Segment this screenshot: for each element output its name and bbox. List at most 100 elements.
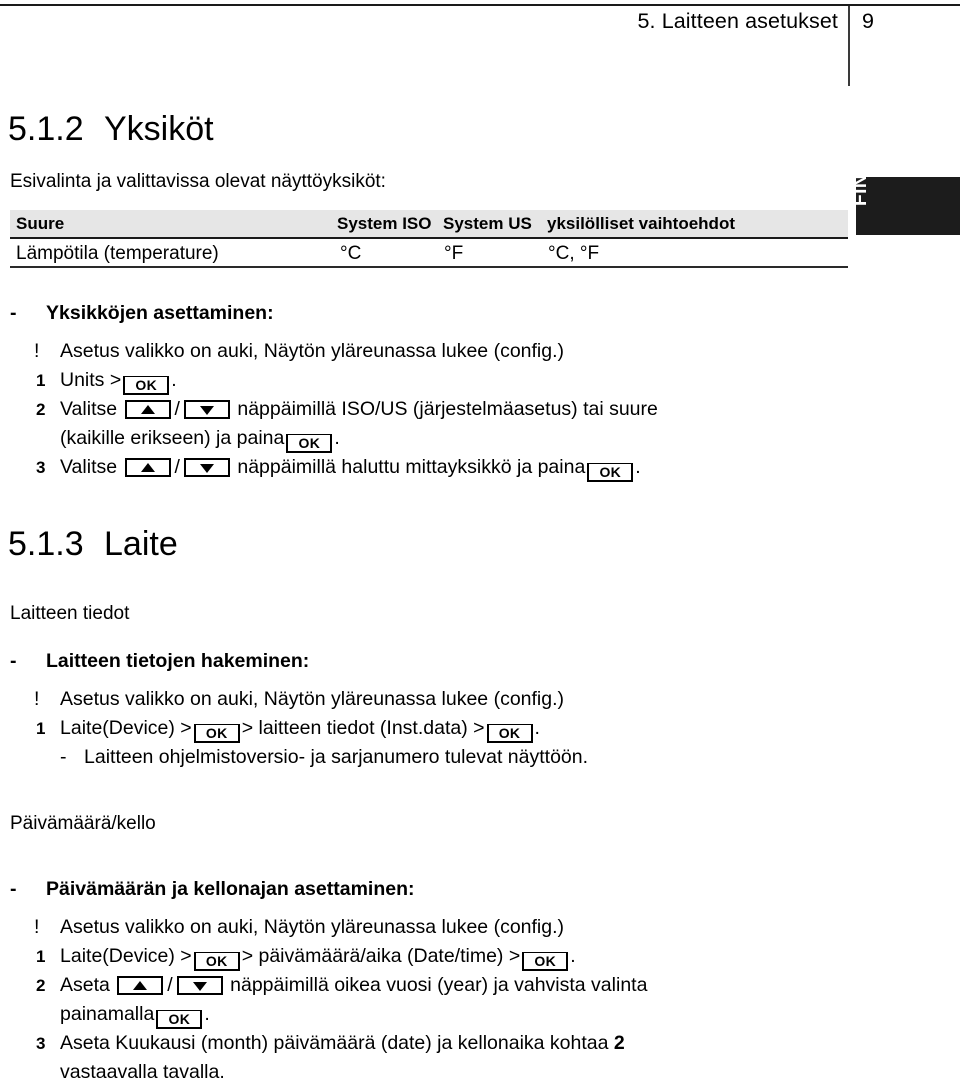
datetime-note-text: Asetus valikko on auki, Näytön yläreunas… xyxy=(60,916,565,938)
note-marker: ! xyxy=(34,916,40,938)
table-header-cell: Suure xyxy=(16,214,65,233)
dash-marker: - xyxy=(10,302,17,324)
step-marker: 2 xyxy=(36,400,46,419)
datetime-step-2-line2-suffix: . xyxy=(204,1003,210,1025)
datetime-step-3-text: Aseta Kuukausi (month) päivämäärä (date)… xyxy=(60,1032,609,1054)
device-step-1: 1 Laite(Device) > OK > laitteen tiedot (In… xyxy=(0,714,900,743)
units-step-3: 3 Valitse / näppäimillä haluttu mittayks… xyxy=(0,453,900,482)
down-arrow-key-icon[interactable] xyxy=(183,458,230,477)
datetime-step-1: 1 Laite(Device) > OK > päivämäärä/aika (Da… xyxy=(0,942,900,971)
device-instruction-block: - Laitteen tietojen hakeminen: ! Asetus … xyxy=(0,647,900,772)
language-tab-fin: FIN xyxy=(850,174,960,235)
ok-key-icon[interactable]: OK xyxy=(193,952,240,971)
device-list-heading-label: Laitteen tietojen hakeminen: xyxy=(46,650,310,672)
units-step-1-suffix: . xyxy=(171,369,177,391)
step-marker: 1 xyxy=(36,371,46,390)
datetime-step-1-end: . xyxy=(570,945,576,967)
datetime-step-2: 2 Aseta / näppäimillä oikea vuosi (year)… xyxy=(0,971,900,1029)
units-step-2: 2 Valitse / näppäimillä ISO/US (järjeste… xyxy=(0,395,900,453)
header-page-divider xyxy=(848,6,850,86)
datetime-step-2-text: Aseta xyxy=(60,974,110,996)
units-step-3-end: . xyxy=(635,456,641,478)
datetime-list-heading: - Päivämäärän ja kellonajan asettaminen: xyxy=(0,875,900,904)
datetime-step-2-line2: painamalla xyxy=(60,1003,155,1025)
down-arrow-key-icon[interactable] xyxy=(176,976,223,995)
device-step-1-mid: > laitteen tiedot (Inst.data) > xyxy=(241,717,485,739)
units-step-2-suffix: näppäimillä ISO/US (järjestelmäasetus) t… xyxy=(237,398,658,420)
section-title-units: Yksiköt xyxy=(104,110,214,148)
datetime-step-1-text: Laite(Device) > xyxy=(60,945,192,967)
units-note-text: Asetus valikko on auki, Näytön yläreunas… xyxy=(60,340,565,362)
units-step-3-text: Valitse xyxy=(60,456,118,478)
datetime-step-2-suffix: näppäimillä oikea vuosi (year) ja vahvis… xyxy=(230,974,648,996)
ok-key-icon[interactable]: OK xyxy=(587,463,634,482)
datetime-step-3-line2: vastaavalla tavalla. xyxy=(60,1061,225,1083)
ok-key-icon[interactable]: OK xyxy=(486,724,533,743)
step-marker: 2 xyxy=(36,976,46,995)
page-number: 9 xyxy=(862,9,874,33)
units-step-2-text: Valitse xyxy=(60,398,118,420)
device-note-text: Asetus valikko on auki, Näytön yläreunas… xyxy=(60,688,565,710)
ok-key-icon[interactable]: OK xyxy=(123,376,170,395)
datetime-step-3: 3 Aseta Kuukausi (month) päivämäärä (dat… xyxy=(0,1029,900,1087)
key-separator: / xyxy=(174,456,180,478)
dash-marker: - xyxy=(10,650,17,672)
running-header-title: 5. Laitteen asetukset xyxy=(637,9,838,33)
section-heading-device: 5.1.3 Laite xyxy=(8,525,178,564)
units-note: ! Asetus valikko on auki, Näytön yläreun… xyxy=(0,337,900,366)
section-number-units: 5.1.2 xyxy=(8,110,84,148)
device-subtitle: Laitteen tiedot xyxy=(10,603,130,624)
note-marker: ! xyxy=(34,340,40,362)
note-marker: ! xyxy=(34,688,40,710)
units-step-2-line2-suffix: . xyxy=(334,427,340,449)
table-rule-bottom xyxy=(10,266,848,268)
device-substep-text: Laitteen ohjelmistoversio- ja sarjanumer… xyxy=(84,746,589,768)
datetime-subtitle: Päivämäärä/kello xyxy=(10,813,156,834)
units-step-1: 1 Units > OK. xyxy=(0,366,900,395)
section-number-device: 5.1.3 xyxy=(8,525,84,563)
ok-key-icon[interactable]: OK xyxy=(156,1010,203,1029)
step-marker: 1 xyxy=(36,947,46,966)
units-step-1-text: Units > xyxy=(60,369,122,391)
datetime-step-3-ref: 2 xyxy=(613,1032,625,1054)
table-cell-quantity: Lämpötila (temperature) xyxy=(16,243,219,264)
device-note: ! Asetus valikko on auki, Näytön yläreun… xyxy=(0,685,900,714)
table-header-cell: System ISO xyxy=(337,214,432,233)
step-marker: 3 xyxy=(36,1034,46,1053)
datetime-step-1-mid: > päivämäärä/aika (Date/time) > xyxy=(241,945,521,967)
ok-key-icon[interactable]: OK xyxy=(522,952,569,971)
table-row: Lämpötila (temperature) °C °F °C, °F xyxy=(10,239,848,266)
up-arrow-key-icon[interactable] xyxy=(124,400,171,419)
table-header-cell: yksilölliset vaihtoehdot xyxy=(547,214,735,233)
units-table: Suure System ISO System US yksilölliset … xyxy=(10,210,848,268)
datetime-instruction-block: - Päivämäärän ja kellonajan asettaminen:… xyxy=(0,875,900,1087)
units-instruction-block: - Yksikköjen asettaminen: ! Asetus valik… xyxy=(0,299,900,482)
units-step-2-line2: (kaikille erikseen) ja paina xyxy=(60,427,285,449)
language-tab-label: FIN xyxy=(850,173,871,206)
section-heading-units: 5.1.2 Yksiköt xyxy=(8,110,214,149)
step-marker: 3 xyxy=(36,458,46,477)
units-intro-text: Esivalinta ja valittavissa olevat näyttö… xyxy=(10,171,386,192)
datetime-note: ! Asetus valikko on auki, Näytön yläreun… xyxy=(0,913,900,942)
down-arrow-key-icon[interactable] xyxy=(183,400,230,419)
ok-key-icon[interactable]: OK xyxy=(193,724,240,743)
table-cell-system-iso: °C xyxy=(340,243,362,264)
table-cell-system-us: °F xyxy=(444,243,464,264)
step-marker: 1 xyxy=(36,719,46,738)
device-step-1-text: Laite(Device) > xyxy=(60,717,192,739)
up-arrow-key-icon[interactable] xyxy=(124,458,171,477)
key-separator: / xyxy=(167,974,173,996)
header-top-rule xyxy=(0,4,960,6)
units-list-heading-label: Yksikköjen asettaminen: xyxy=(46,302,274,324)
section-title-device: Laite xyxy=(104,525,178,563)
table-header-cell: System US xyxy=(443,214,532,233)
dash-marker: - xyxy=(10,878,17,900)
device-step-1-end: . xyxy=(534,717,540,739)
key-separator: / xyxy=(174,398,180,420)
datetime-list-heading-label: Päivämäärän ja kellonajan asettaminen: xyxy=(46,878,415,900)
table-header-row: Suure System ISO System US yksilölliset … xyxy=(10,210,848,237)
device-list-heading: - Laitteen tietojen hakeminen: xyxy=(0,647,900,676)
units-list-heading: - Yksikköjen asettaminen: xyxy=(0,299,900,328)
ok-key-icon[interactable]: OK xyxy=(286,434,333,453)
up-arrow-key-icon[interactable] xyxy=(117,976,164,995)
